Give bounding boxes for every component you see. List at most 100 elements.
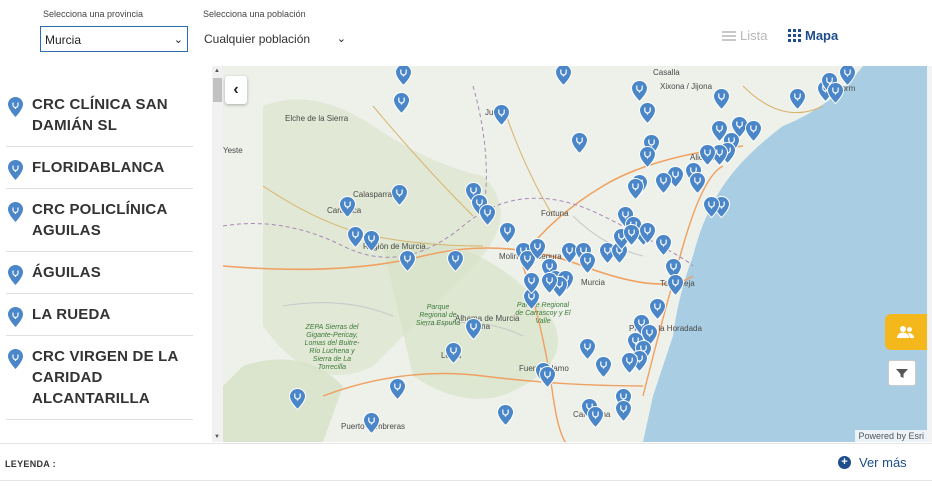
map-marker-icon[interactable] (615, 400, 632, 422)
list-item[interactable]: LA RUEDA (6, 294, 193, 336)
map-label: Calasparra (353, 190, 393, 199)
map-marker-icon[interactable] (689, 172, 706, 194)
map-marker-icon[interactable] (789, 88, 806, 110)
funnel-icon (896, 369, 908, 378)
list-item[interactable]: CRC POLICLÍNICA AGUILAS (6, 189, 193, 252)
map-marker-icon[interactable] (639, 146, 656, 168)
map-marker-icon[interactable] (529, 238, 546, 260)
map-marker-icon[interactable] (587, 406, 604, 428)
legend-bar: LEYENDA : + Ver más (0, 443, 932, 481)
location-pin-icon (8, 202, 23, 222)
map-marker-icon[interactable] (621, 352, 638, 374)
map-marker-icon[interactable] (639, 102, 656, 124)
map-marker-icon[interactable] (713, 88, 730, 110)
map-label: Xixona / Jijona (660, 82, 713, 91)
map-marker-icon[interactable] (289, 388, 306, 410)
list-item[interactable]: CRC CLÍNICA SAN DAMIÁN SL (6, 84, 193, 147)
map-marker-icon[interactable] (523, 272, 540, 294)
map-marker-icon[interactable] (595, 356, 612, 378)
map-marker-icon[interactable] (579, 252, 596, 274)
collapse-list-button[interactable]: ‹ (225, 76, 247, 104)
map-marker-icon[interactable] (639, 222, 656, 244)
list-item[interactable]: ÁGUILAS (6, 252, 193, 294)
province-select[interactable]: Murcia ⌄ (40, 26, 188, 52)
map-attribution: Powered by Esri (855, 430, 927, 442)
map-label: Murcia (581, 278, 606, 287)
map-marker-icon[interactable] (745, 120, 762, 142)
map-marker-icon[interactable] (497, 404, 514, 426)
people-icon (897, 326, 914, 338)
map-marker-icon[interactable] (363, 230, 380, 252)
location-pin-icon (8, 307, 23, 327)
province-label: Selecciona una provincia (43, 9, 144, 19)
map-marker-icon[interactable] (447, 250, 464, 272)
park-label: ZEPA Sierras del Gigante-Pericay, Lomas … (304, 324, 360, 371)
map-marker-icon[interactable] (339, 196, 356, 218)
center-name: ÁGUILAS (32, 264, 101, 281)
map-marker-icon[interactable] (395, 66, 412, 86)
map-marker-icon[interactable] (363, 412, 380, 434)
map-marker-icon[interactable] (555, 66, 572, 86)
list-item[interactable]: CRC VIRGEN DE LA CARIDAD ALCANTARILLA (6, 336, 193, 420)
town-select[interactable]: Cualquier población ⌄ (202, 26, 350, 52)
map-marker-icon[interactable] (703, 196, 720, 218)
map-marker-icon[interactable] (499, 222, 516, 244)
park-label: Parque Regional de Sierra Espuña (415, 304, 461, 327)
map-label: Elche de la Sierra (285, 114, 349, 123)
map-marker-icon[interactable] (571, 132, 588, 154)
map-view[interactable]: Xixona / Jijona Casalla Jumilla Yeste El… (223, 66, 927, 442)
chevron-left-icon: ‹ (233, 81, 239, 98)
scroll-down-icon[interactable]: ▼ (214, 434, 220, 440)
map-view-button[interactable]: Mapa (788, 28, 838, 43)
filter-tool-button[interactable] (888, 360, 916, 386)
map-marker-icon[interactable] (631, 80, 648, 102)
list-scrollbar[interactable]: ▲ ▼ (212, 66, 223, 442)
town-select-value: Cualquier población (204, 32, 311, 46)
scroll-thumb[interactable] (213, 78, 222, 102)
map-marker-icon[interactable] (539, 366, 556, 388)
park-label: Parque Regional de Carrascoy y El Valle (515, 302, 571, 325)
map-marker-icon[interactable] (649, 298, 666, 320)
map-marker-icon[interactable] (579, 338, 596, 360)
page-scrollbar[interactable] (927, 66, 932, 442)
see-more-button[interactable]: + Ver más (838, 455, 907, 470)
map-marker-icon[interactable] (389, 378, 406, 400)
map-marker-icon[interactable] (655, 234, 672, 256)
location-pin-icon (8, 97, 23, 117)
legend-title: LEYENDA : (5, 459, 56, 469)
center-name: FLORIDABLANCA (32, 159, 165, 176)
town-label: Selecciona una población (203, 9, 306, 19)
location-pin-icon (8, 265, 23, 285)
map-marker-icon[interactable] (541, 272, 558, 294)
plus-circle-icon: + (838, 456, 851, 469)
people-tool-button[interactable] (885, 314, 927, 350)
map-label: Yeste (223, 146, 243, 155)
list-view-button[interactable]: Lista (722, 28, 767, 43)
map-view-label: Mapa (805, 28, 839, 43)
map-marker-icon[interactable] (347, 226, 364, 248)
map-marker-icon[interactable] (627, 178, 644, 200)
list-icon (722, 30, 736, 41)
list-item[interactable]: FLORIDABLANCA (6, 147, 193, 189)
location-pin-icon (8, 160, 23, 180)
map-marker-icon[interactable] (465, 318, 482, 340)
map-marker-icon[interactable] (445, 342, 462, 364)
map-marker-icon[interactable] (493, 104, 510, 126)
map-marker-icon[interactable] (667, 274, 684, 296)
scroll-up-icon[interactable]: ▲ (214, 68, 220, 74)
see-more-label: Ver más (859, 455, 907, 470)
chevron-down-icon: ⌄ (336, 33, 346, 45)
map-marker-icon[interactable] (393, 92, 410, 114)
map-marker-icon[interactable] (839, 66, 856, 86)
center-list: CRC CLÍNICA SAN DAMIÁN SL FLORIDABLANCA … (0, 84, 212, 442)
map-marker-icon[interactable] (623, 224, 640, 246)
location-pin-icon (8, 349, 23, 369)
province-select-value: Murcia (45, 33, 82, 47)
map-marker-icon[interactable] (391, 184, 408, 206)
map-label: Fortuna (541, 209, 569, 218)
map-marker-icon[interactable] (479, 204, 496, 226)
map-marker-icon[interactable] (399, 250, 416, 272)
grid-icon (788, 29, 801, 42)
page: Selecciona una provincia Murcia ⌄ Selecc… (0, 0, 932, 503)
map-marker-icon[interactable] (655, 172, 672, 194)
